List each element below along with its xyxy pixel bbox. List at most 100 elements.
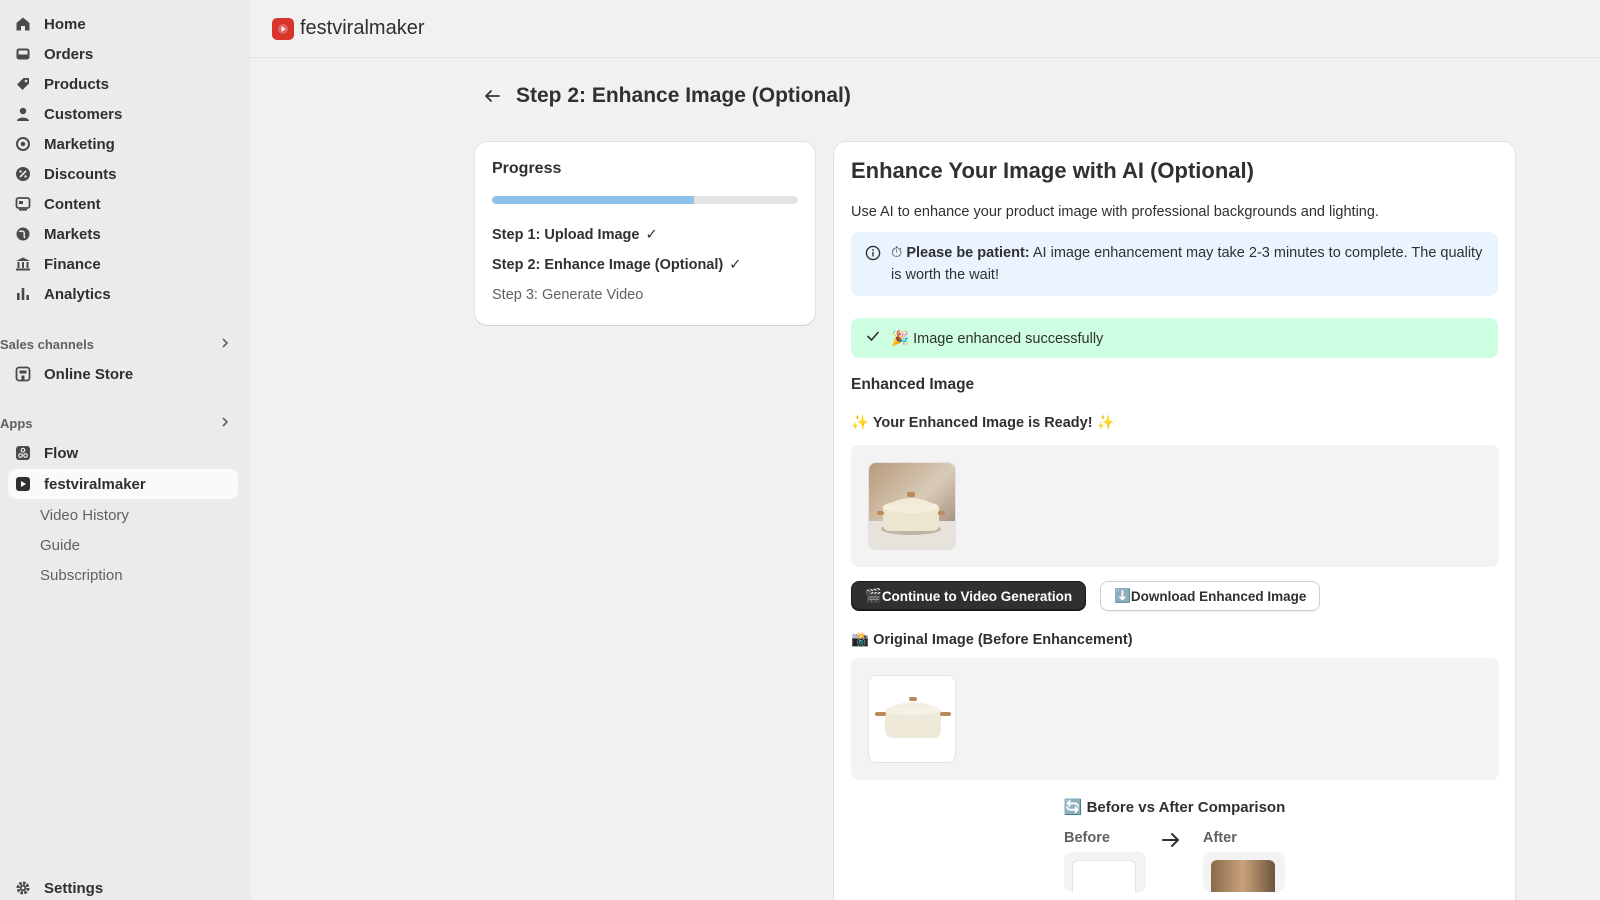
- after-label: After: [1203, 830, 1237, 846]
- sidebar-item-content[interactable]: Content: [8, 189, 238, 219]
- sidebar-item-label: Finance: [44, 255, 101, 273]
- sidebar-item-label: Discounts: [44, 165, 117, 183]
- continue-to-video-button[interactable]: 🎬 Continue to Video Generation: [851, 581, 1087, 611]
- sidebar-item-settings[interactable]: Settings: [8, 873, 238, 900]
- checkmark-icon: ✓: [645, 227, 658, 243]
- content-icon: [14, 195, 32, 213]
- download-enhanced-button[interactable]: ⬇️ Download Enhanced Image: [1100, 581, 1321, 611]
- gear-icon: [14, 879, 32, 897]
- comparison-title-text: Before vs After Comparison: [1082, 799, 1286, 816]
- sidebar-item-analytics[interactable]: Analytics: [8, 279, 238, 309]
- sidebar-item-finance[interactable]: Finance: [8, 249, 238, 279]
- sidebar-item-festviralmaker[interactable]: festviralmaker: [8, 469, 238, 499]
- sidebar-item-label: Home: [44, 15, 86, 33]
- progress-card: Progress Step 1: Upload Image ✓ Step 2: …: [475, 142, 815, 325]
- original-image-heading: 📸 Original Image (Before Enhancement): [851, 631, 1498, 648]
- info-text: ⏱ Please be patient: AI image enhancemen…: [891, 242, 1484, 286]
- person-icon: [14, 105, 32, 123]
- chevron-right-icon: [220, 337, 230, 352]
- step-label: Step 2: Enhance Image (Optional): [492, 257, 724, 273]
- sidebar-item-online-store[interactable]: Online Store: [8, 359, 238, 389]
- brand-logo-icon: [272, 17, 294, 40]
- sidebar-item-label: Settings: [44, 879, 104, 897]
- brand-name: festviralmaker: [300, 17, 425, 39]
- progress-step-1: Step 1: Upload Image ✓: [492, 220, 798, 250]
- continue-label: Continue to Video Generation: [881, 588, 1073, 604]
- page-title: Step 2: Enhance Image (Optional): [516, 84, 851, 107]
- target-icon: [14, 135, 32, 153]
- apps-label: Apps: [0, 415, 33, 431]
- original-heading-text: Original Image (Before Enhancement): [869, 632, 1133, 648]
- sidebar-item-label: Customers: [44, 105, 123, 123]
- success-banner: 🎉 Image enhanced successfully: [851, 318, 1498, 358]
- sidebar-item-label: Markets: [44, 225, 101, 243]
- checkmark-icon: [865, 328, 881, 348]
- enhanced-image-thumbnail[interactable]: [868, 462, 956, 550]
- sidebar-item-customers[interactable]: Customers: [8, 99, 238, 129]
- success-message: Image enhanced successfully: [909, 330, 1104, 347]
- sidebar-item-flow[interactable]: Flow: [8, 438, 238, 468]
- stopwatch-icon: ⏱: [891, 245, 903, 261]
- checkmark-icon: ✓: [729, 257, 742, 273]
- step-label: Step 1: Upload Image: [492, 227, 640, 243]
- clapper-icon: 🎬: [865, 588, 882, 604]
- after-thumbnail: [1203, 852, 1285, 892]
- ready-text: Your Enhanced Image is Ready!: [869, 415, 1097, 431]
- flow-icon: [14, 444, 32, 462]
- download-arrow-icon: ⬇️: [1114, 588, 1131, 604]
- progress-bar: [492, 196, 798, 204]
- progress-step-3: Step 3: Generate Video: [492, 280, 798, 310]
- sidebar-item-home[interactable]: Home: [8, 9, 238, 39]
- globe-icon: [14, 225, 32, 243]
- arrow-left-icon: [485, 90, 500, 102]
- download-label: Download Enhanced Image: [1130, 588, 1307, 604]
- sidebar-item-label: Products: [44, 75, 110, 93]
- info-icon: [865, 242, 881, 286]
- sidebar-item-orders[interactable]: Orders: [8, 39, 238, 69]
- before-thumbnail: [1064, 852, 1146, 892]
- enhance-card: Enhance Your Image with AI (Optional) Us…: [834, 142, 1515, 900]
- original-image-thumbnail[interactable]: [868, 675, 956, 763]
- sidebar-subitem-subscription[interactable]: Subscription: [40, 560, 123, 590]
- page-header: Step 2: Enhance Image (Optional): [480, 84, 851, 108]
- tag-icon: [14, 75, 32, 93]
- info-bold-text: Please be patient:: [906, 245, 1030, 261]
- progress-title: Progress: [492, 160, 562, 177]
- chevron-right-icon: [220, 416, 230, 431]
- sidebar-item-label: Marketing: [44, 135, 115, 153]
- sparkles-icon: ✨: [851, 415, 870, 431]
- before-label: Before: [1064, 830, 1110, 846]
- sidebar-subitem-video-history[interactable]: Video History: [40, 500, 129, 530]
- sidebar-subitem-guide[interactable]: Guide: [40, 530, 80, 560]
- step-label: Step 3: Generate Video: [492, 287, 644, 303]
- store-icon: [14, 365, 32, 383]
- progress-step-2: Step 2: Enhance Image (Optional) ✓: [492, 250, 798, 280]
- discount-icon: [14, 165, 32, 183]
- sidebar-item-label: festviralmaker: [44, 475, 146, 493]
- sales-channels-section[interactable]: Sales channels: [0, 333, 236, 355]
- enhanced-image-panel: [851, 445, 1499, 567]
- camera-icon: 📸: [851, 632, 870, 648]
- sales-channels-label: Sales channels: [0, 336, 94, 352]
- sidebar-item-discounts[interactable]: Discounts: [8, 159, 238, 189]
- party-popper-icon: 🎉: [891, 330, 910, 347]
- sidebar-item-label: Orders: [44, 45, 94, 63]
- sparkles-icon: ✨: [1096, 415, 1115, 431]
- enhance-card-title: Enhance Your Image with AI (Optional): [851, 158, 1254, 183]
- apps-section[interactable]: Apps: [0, 412, 236, 434]
- sidebar-item-products[interactable]: Products: [8, 69, 238, 99]
- enhance-description: Use AI to enhance your product image wit…: [851, 204, 1379, 220]
- comparison-title: 🔄 Before vs After Comparison: [851, 798, 1498, 816]
- sidebar: Home Orders Products Customers Marketing…: [0, 0, 250, 900]
- sidebar-item-markets[interactable]: Markets: [8, 219, 238, 249]
- refresh-icon: 🔄: [1063, 798, 1083, 816]
- sidebar-item-label: Content: [44, 195, 101, 213]
- inbox-icon: [14, 45, 32, 63]
- comparison-row: Before After: [851, 830, 1498, 892]
- app-logo-icon: [14, 475, 32, 493]
- home-icon: [14, 15, 32, 33]
- sidebar-item-marketing[interactable]: Marketing: [8, 129, 238, 159]
- enhanced-image-heading: Enhanced Image: [851, 376, 975, 393]
- bank-icon: [14, 255, 32, 273]
- back-button[interactable]: [480, 84, 504, 108]
